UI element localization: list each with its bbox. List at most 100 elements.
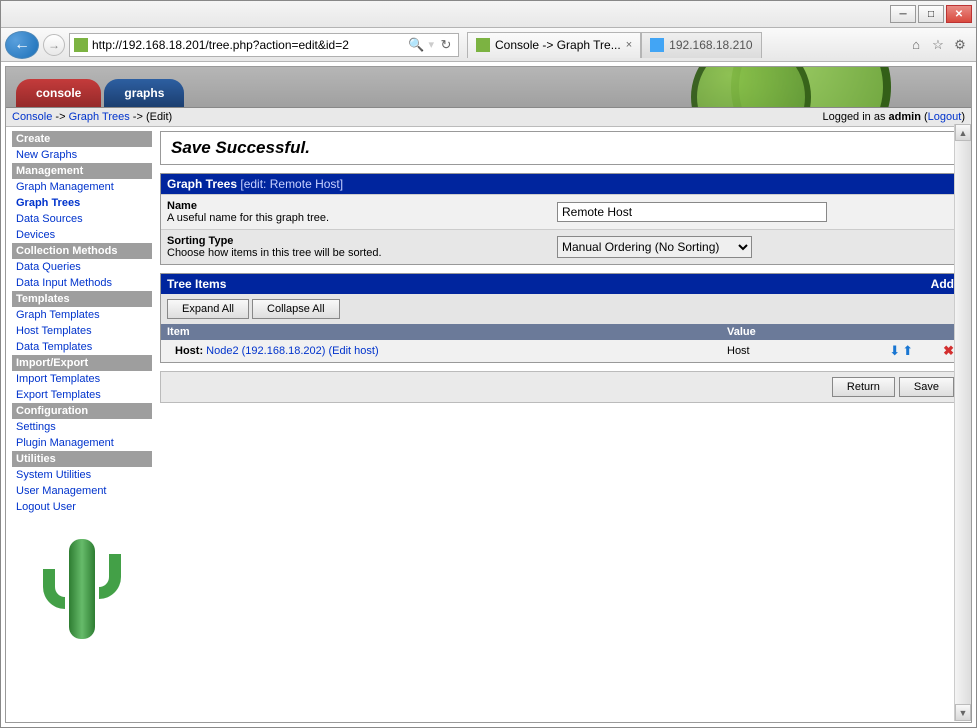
forward-button[interactable]: → — [43, 34, 65, 56]
favicon-generic — [650, 38, 664, 52]
name-label: Name — [167, 200, 197, 212]
row-edit-link[interactable]: (Edit host) — [329, 345, 379, 357]
cactus-graphic — [691, 67, 811, 107]
col-item: Item — [161, 324, 721, 340]
breadcrumb-edit: (Edit) — [146, 111, 172, 123]
breadcrumb-graph-trees[interactable]: Graph Trees — [69, 111, 130, 123]
sidebar-heading: Utilities — [12, 451, 152, 467]
scroll-up-icon[interactable]: ▲ — [955, 124, 971, 141]
message-box: Save Successful. — [160, 131, 961, 165]
name-desc: A useful name for this graph tree. — [167, 212, 557, 224]
address-bar[interactable]: 🔍 ▾ ↻ — [69, 33, 459, 57]
sidebar-item-plugin-management[interactable]: Plugin Management — [12, 435, 152, 451]
sidebar-item-devices[interactable]: Devices — [12, 227, 152, 243]
tree-heading: Tree Items — [167, 277, 226, 291]
cactus-logo — [37, 529, 127, 649]
footer-buttons: Return Save — [160, 371, 961, 403]
window-titlebar: ─ □ ✕ — [1, 1, 976, 28]
row-value: Host — [721, 342, 841, 360]
favorite-icon[interactable]: ☆ — [930, 37, 946, 53]
browser-tab-active[interactable]: Console -> Graph Tre... × — [467, 32, 641, 58]
sidebar-item-graph-management[interactable]: Graph Management — [12, 179, 152, 195]
sidebar-heading: Collection Methods — [12, 243, 152, 259]
sidebar-heading: Management — [12, 163, 152, 179]
sidebar-item-logout-user[interactable]: Logout User — [12, 499, 152, 515]
sidebar-item-import-templates[interactable]: Import Templates — [12, 371, 152, 387]
search-icon[interactable]: 🔍 — [408, 37, 424, 53]
delete-icon[interactable]: ✖ — [943, 343, 954, 359]
tools-icon[interactable]: ⚙ — [952, 37, 968, 53]
browser-tabs: Console -> Graph Tre... × 192.168.18.210 — [467, 32, 904, 58]
column-headers: Item Value — [161, 324, 960, 340]
sidebar-item-data-sources[interactable]: Data Sources — [12, 211, 152, 227]
save-message: Save Successful. — [161, 132, 960, 164]
browser-navbar: ← → 🔍 ▾ ↻ Console -> Graph Tre... × 192.… — [1, 28, 976, 62]
top-band: console graphs — [6, 67, 971, 107]
row-host-link[interactable]: Node2 (192.168.18.202) — [206, 345, 325, 357]
tab-graphs[interactable]: graphs — [104, 79, 184, 107]
sidebar-item-host-templates[interactable]: Host Templates — [12, 323, 152, 339]
login-status: Logged in as admin (Logout) — [822, 111, 965, 123]
sidebar-item-settings[interactable]: Settings — [12, 419, 152, 435]
tab-close-icon[interactable]: × — [626, 39, 632, 51]
name-input[interactable] — [557, 202, 827, 222]
sidebar-item-data-queries[interactable]: Data Queries — [12, 259, 152, 275]
expand-all-button[interactable]: Expand All — [167, 299, 249, 319]
move-down-icon[interactable]: ⬇ — [889, 343, 900, 359]
maximize-button[interactable]: □ — [918, 5, 944, 23]
page-content: console graphs Console -> Graph Trees ->… — [5, 66, 972, 723]
logout-link[interactable]: Logout — [928, 111, 962, 123]
cacti-favicon — [476, 38, 490, 52]
minimize-button[interactable]: ─ — [890, 5, 916, 23]
sidebar-item-graph-templates[interactable]: Graph Templates — [12, 307, 152, 323]
sidebar-item-data-templates[interactable]: Data Templates — [12, 339, 152, 355]
cacti-favicon — [74, 38, 88, 52]
tab-title: 192.168.18.210 — [669, 38, 752, 52]
main-panel: Save Successful. Graph Trees [edit: Remo… — [156, 127, 971, 722]
browser-window: ─ □ ✕ ← → 🔍 ▾ ↻ Console -> Graph Tre... … — [0, 0, 977, 728]
sidebar-item-graph-trees[interactable]: Graph Trees — [12, 195, 152, 211]
sidebar-item-new-graphs[interactable]: New Graphs — [12, 147, 152, 163]
close-button[interactable]: ✕ — [946, 5, 972, 23]
col-value: Value — [721, 324, 841, 340]
move-up-icon[interactable]: ⬆ — [902, 343, 913, 359]
sidebar-heading: Configuration — [12, 403, 152, 419]
breadcrumb-console[interactable]: Console — [12, 111, 52, 123]
tab-title: Console -> Graph Tre... — [495, 38, 621, 52]
edit-tag: [edit: Remote Host] — [240, 177, 343, 191]
sidebar-item-data-input-methods[interactable]: Data Input Methods — [12, 275, 152, 291]
sort-desc: Choose how items in this tree will be so… — [167, 247, 557, 259]
expand-row: Expand All Collapse All — [161, 294, 960, 324]
sidebar-heading: Create — [12, 131, 152, 147]
tree-items-box: Tree Items Add Expand All Collapse All I… — [160, 273, 961, 363]
sidebar: CreateNew GraphsManagementGraph Manageme… — [6, 127, 156, 722]
sidebar-heading: Import/Export — [12, 355, 152, 371]
sort-label: Sorting Type — [167, 235, 233, 247]
form-row-name: Name A useful name for this graph tree. — [161, 194, 960, 229]
sort-select[interactable]: Manual Ordering (No Sorting) — [557, 236, 752, 258]
navbar-tools: ⌂ ☆ ⚙ — [908, 37, 972, 53]
form-row-sorting: Sorting Type Choose how items in this tr… — [161, 229, 960, 264]
sidebar-item-system-utilities[interactable]: System Utilities — [12, 467, 152, 483]
table-row: Host: Node2 (192.168.18.202) (Edit host)… — [161, 340, 960, 362]
return-button[interactable]: Return — [832, 377, 895, 397]
collapse-all-button[interactable]: Collapse All — [252, 299, 339, 319]
breadcrumb: Console -> Graph Trees -> (Edit) Logged … — [6, 107, 971, 127]
sidebar-item-export-templates[interactable]: Export Templates — [12, 387, 152, 403]
home-icon[interactable]: ⌂ — [908, 37, 924, 53]
url-input[interactable] — [92, 38, 404, 52]
tree-items-bar: Tree Items Add — [161, 274, 960, 294]
scroll-down-icon[interactable]: ▼ — [955, 704, 971, 721]
save-button[interactable]: Save — [899, 377, 954, 397]
sidebar-item-user-management[interactable]: User Management — [12, 483, 152, 499]
vertical-scrollbar[interactable]: ▲ ▼ — [954, 124, 971, 721]
refresh-icon[interactable]: ↻ — [438, 37, 454, 53]
row-prefix: Host: — [175, 345, 203, 357]
login-user: admin — [889, 111, 921, 123]
browser-tab-inactive[interactable]: 192.168.18.210 — [641, 32, 761, 58]
tab-console[interactable]: console — [16, 79, 101, 107]
add-link[interactable]: Add — [931, 277, 954, 291]
back-button[interactable]: ← — [5, 31, 39, 59]
section-heading: Graph Trees [edit: Remote Host] — [161, 174, 960, 194]
graph-trees-form: Graph Trees [edit: Remote Host] Name A u… — [160, 173, 961, 265]
